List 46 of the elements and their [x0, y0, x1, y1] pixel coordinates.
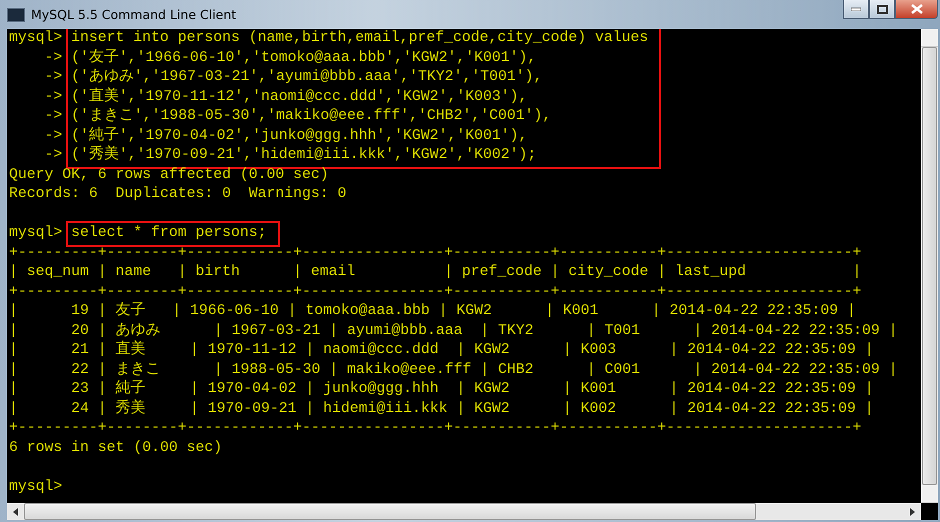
maximize-button[interactable] [869, 0, 895, 19]
scroll-right-icon[interactable] [910, 508, 915, 516]
app-icon [7, 8, 25, 22]
console-line: | 23 | 純子 | 1970-04-02 | junko@ggg.hhh | KGW2 | K001 | 2014-04-22 22:35:09 | [9, 380, 874, 399]
console-line: +---------+--------+------------+----------------+-----------+-----------+---------------------+ [9, 419, 862, 438]
console-line: +---------+--------+------------+----------------+-----------+-----------+---------------------+ [9, 244, 862, 262]
console-line: ('秀美','1970-09-21','hidemi@iii.kkk','KGW2','K002'); [71, 146, 536, 165]
console-line: Query OK, 6 rows affected (0.00 sec) [9, 166, 329, 184]
console-line: | 20 | あゆみ | 1967-03-21 | ayumi@bbb.aaa | TKY2 | T001 | 2014-04-22 22:35:09 | [9, 322, 898, 340]
console-line: | 19 | 友子 | 1966-06-10 | tomoko@aaa.bbb | KGW2 | K001 | 2014-04-22 22:35:09 | [9, 302, 856, 321]
vertical-scrollbar[interactable] [921, 29, 938, 503]
console-line: Records: 6 Duplicates: 0 Warnings: 0 [9, 185, 346, 204]
prompt-text: -> [44, 107, 62, 126]
close-icon [910, 4, 922, 14]
prompt-text: -> [44, 88, 62, 106]
console-line: | seq_num | name | birth | email | pref_code | city_code | last_upd | [9, 263, 862, 282]
console-line: | 22 | まきこ | 1988-05-30 | makiko@eee.fff | CHB2 | C001 | 2014-04-22 22:35:09 | [9, 360, 898, 380]
console-line: | 24 | 秀美 | 1970-09-21 | hidemi@iii.kkk | KGW2 | K002 | 2014-04-22 22:35:09 | [9, 400, 874, 418]
console-line: | 21 | 直美 | 1970-11-12 | naomi@ccc.ddd | KGW2 | K003 | 2014-04-22 22:35:09 | [9, 341, 874, 360]
scrollbar-thumb[interactable] [922, 47, 937, 485]
console-line: +---------+--------+------------+----------------+-----------+-----------+---------------------+ [9, 282, 862, 302]
scroll-down-icon[interactable] [921, 485, 938, 503]
console-line: ('あゆみ','1967-03-21','ayumi@bbb.aaa','TKY2','T001'), [71, 68, 542, 87]
close-button[interactable] [895, 0, 938, 19]
minimize-button[interactable] [843, 0, 869, 19]
prompt-text: -> [44, 48, 62, 68]
prompt-text: -> [44, 68, 62, 87]
horizontal-scrollbar[interactable] [7, 503, 921, 520]
maximize-icon [876, 4, 888, 14]
window-title: MySQL 5.5 Command Line Client [31, 7, 238, 22]
scrollbar-thumb[interactable] [24, 503, 756, 520]
prompt-text: -> [44, 146, 62, 165]
console-line: 6 rows in set (0.00 sec) [9, 438, 222, 458]
console-line: select * from persons; [71, 224, 266, 243]
console-line: ('まきこ','1988-05-30','makiko@eee.fff','CHB2','C001'), [71, 107, 552, 126]
prompt-text: mysql> [9, 29, 62, 48]
prompt-text: mysql> [9, 224, 62, 243]
console-line: ('純子','1970-04-02','junko@ggg.hhh','KGW2','K001'), [71, 126, 528, 145]
prompt-text: mysql> [9, 478, 62, 496]
prompt-text: -> [44, 126, 62, 146]
minimize-icon [851, 7, 861, 11]
scroll-up-icon[interactable] [921, 29, 938, 47]
scroll-left-icon[interactable] [13, 508, 18, 516]
console-line: ('直美','1970-11-12','naomi@ccc.ddd','KGW2','K003'), [71, 88, 528, 106]
console-line: insert into persons (name,birth,email,pref_code,city_code) values [71, 29, 648, 48]
console-line: ('友子','1966-06-10','tomoko@aaa.bbb','KGW2','K001'), [71, 48, 536, 68]
